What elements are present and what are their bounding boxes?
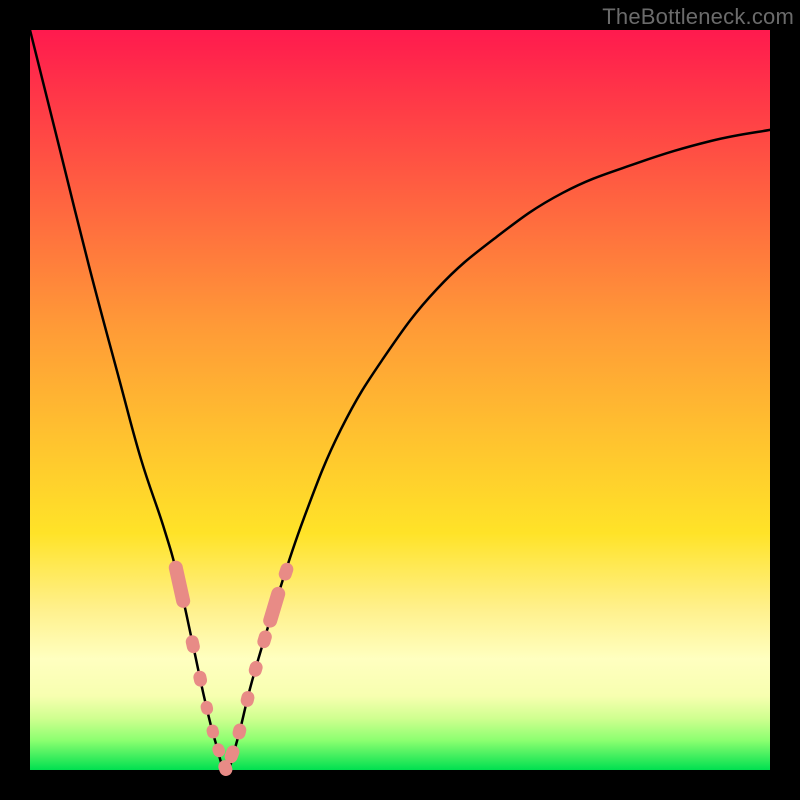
curve-marker [211, 742, 227, 759]
curve-markers-group [167, 559, 295, 777]
curve-marker [256, 629, 274, 650]
curve-marker [167, 559, 191, 609]
watermark-text: TheBottleneck.com [602, 4, 794, 30]
curve-marker [185, 634, 202, 654]
curve-marker [261, 585, 286, 629]
curve-marker [205, 723, 220, 739]
curve-marker [231, 722, 247, 741]
curve-marker [239, 690, 255, 709]
curve-marker [192, 670, 208, 688]
chart-overlay-svg [30, 30, 770, 770]
chart-plot-area [30, 30, 770, 770]
curve-marker [199, 700, 214, 716]
chart-frame: TheBottleneck.com [0, 0, 800, 800]
curve-marker [277, 561, 295, 582]
bottleneck-curve [30, 30, 770, 770]
curve-marker [247, 659, 264, 678]
